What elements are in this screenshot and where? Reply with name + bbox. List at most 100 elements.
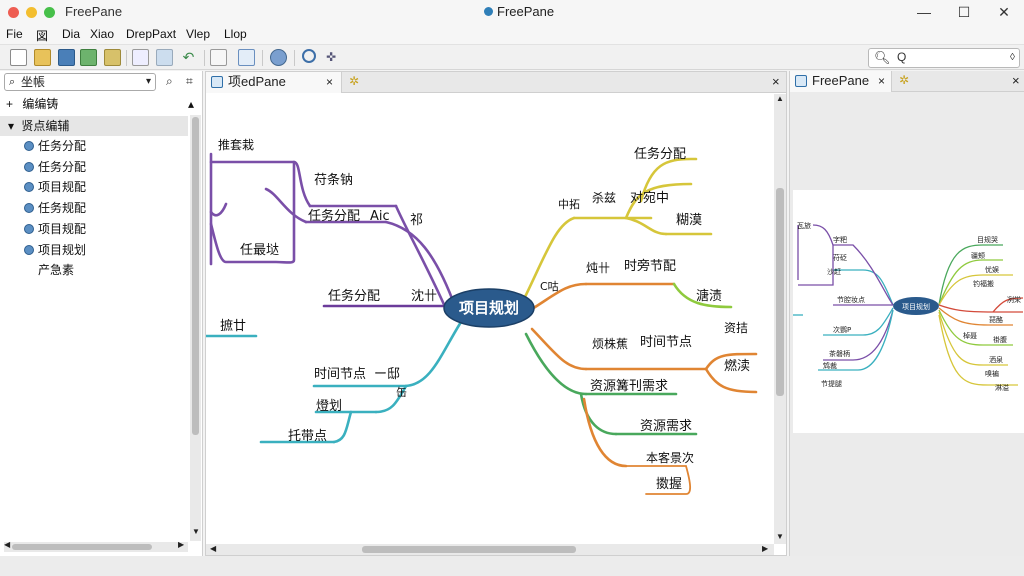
- scroll-right-icon[interactable]: ▶: [178, 540, 184, 549]
- search-input[interactable]: Q: [897, 50, 906, 64]
- node-label[interactable]: 资源需求: [640, 419, 692, 434]
- scroll-left-icon[interactable]: ◀: [4, 540, 10, 549]
- tree-item[interactable]: 任务分配: [0, 157, 188, 177]
- menu-item-4[interactable]: Xiao: [90, 27, 114, 41]
- new-file-icon[interactable]: [10, 49, 27, 66]
- gear-icon[interactable]: [270, 49, 287, 66]
- node-label[interactable]: 杀兹: [592, 190, 616, 205]
- dropdown-arrow-icon[interactable]: ◊: [1010, 52, 1015, 63]
- minimize-dot-icon[interactable]: [26, 7, 37, 18]
- node-label[interactable]: C咕: [540, 280, 559, 293]
- mindmap-overview[interactable]: 项目规划 瓦旅 字粑 苻砭 沙赶 节腔妆点 次鹦P 茶磐柄 鸩裁 节提腿 目规哭…: [793, 190, 1024, 433]
- node-label[interactable]: 本客景次: [646, 450, 694, 465]
- center-vertical-scrollbar[interactable]: [774, 94, 786, 544]
- map-icon[interactable]: [238, 49, 255, 66]
- node-label[interactable]: 缶: [396, 385, 407, 399]
- layout-icon[interactable]: [156, 49, 173, 66]
- node-label[interactable]: 任最垯: [240, 242, 279, 258]
- tree-item[interactable]: 产急素: [0, 260, 188, 280]
- menu-item-5[interactable]: DrepPaxt: [126, 27, 176, 41]
- tab-preview[interactable]: FreePane ×: [790, 71, 892, 92]
- tab-close-icon[interactable]: ×: [878, 71, 885, 91]
- search-icon[interactable]: ⌕: [166, 74, 173, 89]
- maximize-button[interactable]: ☐: [954, 2, 974, 22]
- close-dot-icon[interactable]: [8, 7, 19, 18]
- node-label[interactable]: 时间节点: [314, 367, 366, 382]
- save-icon[interactable]: [58, 49, 75, 66]
- tree-item[interactable]: 项目规划: [0, 240, 188, 260]
- expand-icon[interactable]: +: [6, 97, 13, 111]
- print-icon[interactable]: [104, 49, 121, 66]
- mindmap-canvas[interactable]: 项目规划 推套栽 苻条钠 任务分配 Aic 祁 任最垯 任务分配 沈卄 摭廿 时…: [206, 94, 773, 544]
- scrollbar-thumb[interactable]: [776, 188, 784, 396]
- node-label[interactable]: 炖卄: [586, 261, 610, 275]
- menu-item-3[interactable]: Dia: [62, 27, 80, 41]
- node-label[interactable]: 时间节点: [640, 335, 692, 350]
- node-label[interactable]: ー邸: [374, 367, 400, 382]
- scroll-down-icon[interactable]: ▼: [776, 532, 784, 541]
- node-label[interactable]: 对宛中: [630, 191, 669, 206]
- scroll-down-icon[interactable]: ▼: [192, 527, 200, 536]
- node-label[interactable]: 祁: [410, 213, 423, 228]
- undo-icon[interactable]: ↶: [180, 49, 197, 66]
- tree-item-group[interactable]: + 编编铸 ▴: [0, 94, 194, 114]
- tree-item[interactable]: 项目规配: [0, 177, 188, 197]
- node-label[interactable]: 任务分配: [308, 208, 360, 224]
- menu-item-file[interactable]: Fie: [6, 27, 23, 41]
- node-label[interactable]: 摭廿: [220, 319, 246, 334]
- tab-mindmap[interactable]: 项edPane ×: [206, 72, 342, 93]
- collapse-icon[interactable]: ▴: [188, 94, 194, 114]
- node-label[interactable]: 燃渎: [724, 358, 750, 374]
- pane-close-icon[interactable]: ×: [772, 74, 780, 89]
- minimize-button[interactable]: —: [914, 2, 934, 22]
- node-label[interactable]: 擞握: [656, 477, 682, 492]
- tree-item[interactable]: 任务规配: [0, 198, 188, 218]
- scroll-right-icon[interactable]: ▶: [762, 544, 768, 553]
- scrollbar-thumb[interactable]: [362, 546, 576, 553]
- tree-item[interactable]: 任务分配: [0, 136, 188, 156]
- node-label[interactable]: 溏渍: [696, 288, 722, 304]
- menu-item-6[interactable]: Vlep: [186, 27, 210, 41]
- node-label[interactable]: 苻条钠: [314, 172, 353, 188]
- close-button[interactable]: ✕: [994, 2, 1014, 22]
- filter-icon[interactable]: ✜: [326, 49, 343, 66]
- node-label[interactable]: 资源篝刊需求: [590, 378, 668, 394]
- new-tab-icon[interactable]: ✲: [896, 73, 912, 89]
- toolbar-search[interactable]: 🔍︎ Q ◊: [868, 48, 1020, 68]
- node-label[interactable]: 推套栽: [218, 138, 254, 152]
- node-label[interactable]: 托带点: [288, 429, 327, 444]
- export-icon[interactable]: [80, 49, 97, 66]
- node-label[interactable]: 燈划: [316, 399, 342, 414]
- list-icon[interactable]: [132, 49, 149, 66]
- scrollbar-thumb[interactable]: [192, 117, 199, 435]
- left-vertical-scrollbar[interactable]: [190, 115, 201, 541]
- pane-close-icon[interactable]: ×: [1012, 73, 1020, 88]
- table-icon[interactable]: [210, 49, 227, 66]
- node-label[interactable]: 沈卄: [411, 289, 437, 304]
- menu-item-7[interactable]: Llop: [224, 27, 247, 41]
- menu-item-2[interactable]: 図: [36, 27, 48, 44]
- scroll-left-icon[interactable]: ◀: [210, 544, 216, 553]
- node-label[interactable]: Aic: [370, 209, 390, 224]
- new-tab-icon[interactable]: ✲: [346, 74, 362, 90]
- open-folder-icon[interactable]: [34, 49, 51, 66]
- pin-icon[interactable]: ⌗: [186, 74, 193, 89]
- scrollbar-thumb[interactable]: [12, 544, 152, 550]
- zoom-dot-icon[interactable]: [44, 7, 55, 18]
- node-label[interactable]: 任务分配: [328, 288, 380, 304]
- node-label[interactable]: 中拓: [558, 197, 580, 211]
- node-label[interactable]: 资拮: [724, 321, 748, 335]
- node-label[interactable]: 糊漠: [676, 212, 702, 228]
- node-label[interactable]: 烦株蕉: [592, 336, 628, 351]
- node-label[interactable]: 任务分配: [634, 146, 686, 162]
- node-label[interactable]: 时旁节配: [624, 258, 676, 274]
- center-horizontal-scrollbar[interactable]: [206, 544, 774, 555]
- left-horizontal-scrollbar[interactable]: [4, 542, 188, 552]
- tab-close-icon[interactable]: ×: [326, 72, 333, 92]
- scroll-up-icon[interactable]: ▲: [776, 94, 784, 103]
- tree-item-group-selected[interactable]: ▾ 贤点编辅: [0, 116, 188, 136]
- expand-icon[interactable]: ▾: [8, 119, 14, 133]
- zoom-icon[interactable]: [302, 49, 316, 63]
- left-filter-dropdown[interactable]: ⌕ 坐帳 ▾: [4, 73, 156, 91]
- tree-item[interactable]: 项目规配: [0, 219, 188, 239]
